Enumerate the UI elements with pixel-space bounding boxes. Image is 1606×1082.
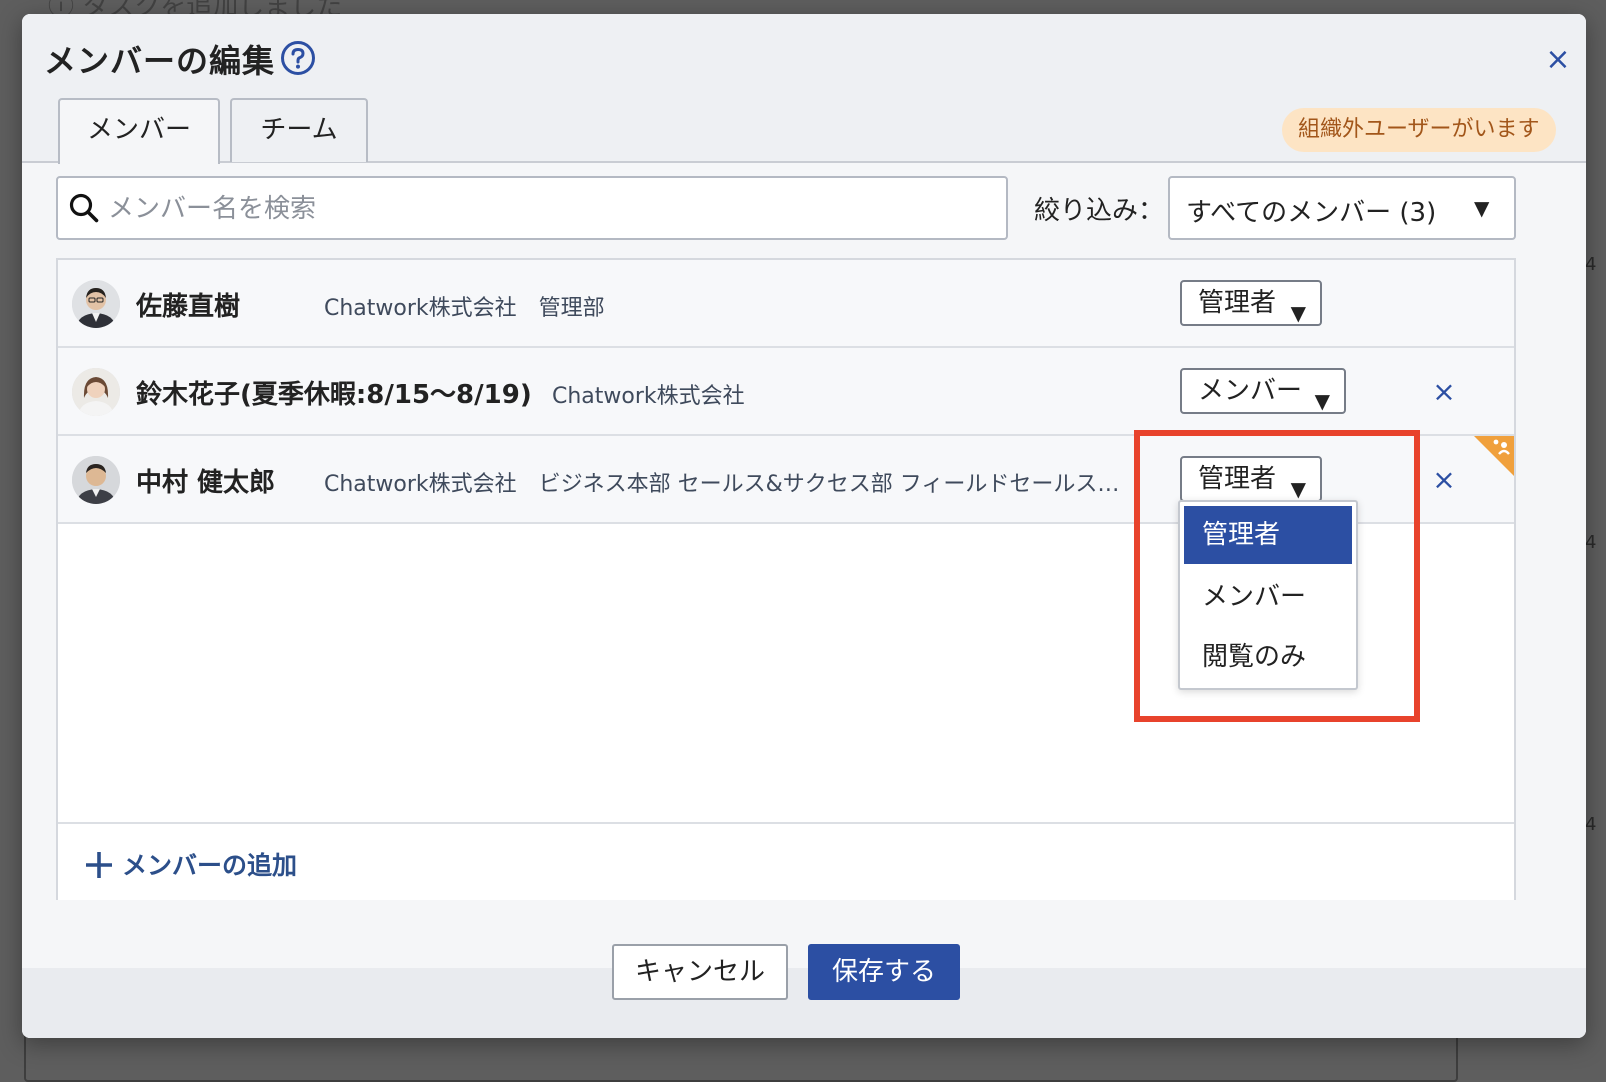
avatar: [72, 456, 120, 504]
external-users-badge: 組織外ユーザーがいます: [1282, 108, 1556, 152]
plus-icon: [84, 850, 114, 880]
role-select[interactable]: 管理者 ▼: [1180, 456, 1322, 502]
member-row: 鈴木花子(夏季休暇:8/15〜8/19) Chatwork株式会社 メンバー ▼…: [58, 348, 1514, 436]
member-filter-select[interactable]: すべてのメンバー (3) ▼: [1168, 176, 1516, 240]
member-search-input[interactable]: [106, 178, 990, 240]
caret-down-icon: ▼: [1474, 196, 1490, 220]
role-select-value: メンバー: [1198, 376, 1303, 406]
filter-label: 絞り込み：: [1034, 196, 1165, 226]
tab-team[interactable]: チーム: [230, 98, 368, 162]
background-count: 4: [1585, 814, 1597, 835]
close-icon[interactable]: ×: [1544, 45, 1572, 75]
role-dropdown-menu: 管理者 メンバー 閲覧のみ: [1178, 500, 1358, 690]
role-option-member[interactable]: メンバー: [1184, 568, 1352, 626]
member-organization: Chatwork株式会社: [552, 384, 745, 409]
edit-members-dialog: メンバーの編集 × メンバー チーム 組織外ユーザーがいます 絞り込み： すべて…: [22, 14, 1586, 1038]
dialog-footer: [22, 968, 1586, 1038]
filter-selected-value: すべてのメンバー (3): [1186, 198, 1437, 228]
background-count: 4: [1585, 532, 1597, 553]
member-organization: Chatwork株式会社 管理部: [324, 296, 605, 321]
search-icon: [68, 192, 100, 224]
remove-member-icon[interactable]: ×: [1430, 378, 1458, 406]
dialog-title: メンバーの編集: [44, 42, 276, 80]
search-box[interactable]: [56, 176, 1008, 240]
external-user-flag-icon: [1474, 436, 1514, 476]
role-select[interactable]: 管理者 ▼: [1180, 280, 1322, 326]
add-member-button[interactable]: メンバーの追加: [58, 822, 1514, 900]
member-name: 鈴木花子(夏季休暇:8/15〜8/19): [136, 380, 532, 410]
tab-label: メンバー: [86, 115, 191, 145]
add-member-label: メンバーの追加: [122, 851, 298, 880]
avatar: [72, 280, 120, 328]
member-organization: Chatwork株式会社 ビジネス本部 セールス&サクセス部 フィールドセールス…: [324, 472, 1130, 497]
role-select-value: 管理者: [1198, 288, 1277, 318]
avatar: [72, 368, 120, 416]
background-count: 4: [1585, 254, 1597, 275]
role-option-readonly[interactable]: 閲覧のみ: [1184, 628, 1352, 686]
save-button[interactable]: 保存する: [808, 944, 960, 1000]
member-name: 佐藤直樹: [136, 292, 241, 322]
tab-label: チーム: [260, 115, 338, 145]
member-row: 佐藤直樹 Chatwork株式会社 管理部 管理者 ▼: [58, 260, 1514, 348]
remove-member-icon[interactable]: ×: [1430, 466, 1458, 494]
role-select[interactable]: メンバー ▼: [1180, 368, 1346, 414]
caret-down-icon: ▼: [1314, 389, 1330, 413]
tab-members[interactable]: メンバー: [58, 98, 220, 164]
role-option-admin[interactable]: 管理者: [1184, 506, 1352, 564]
caret-down-icon: ▼: [1290, 301, 1306, 325]
role-select-value: 管理者: [1198, 464, 1277, 494]
question-circle-icon[interactable]: [280, 40, 316, 76]
member-name: 中村 健太郎: [136, 468, 276, 498]
cancel-button[interactable]: キャンセル: [612, 944, 788, 1000]
